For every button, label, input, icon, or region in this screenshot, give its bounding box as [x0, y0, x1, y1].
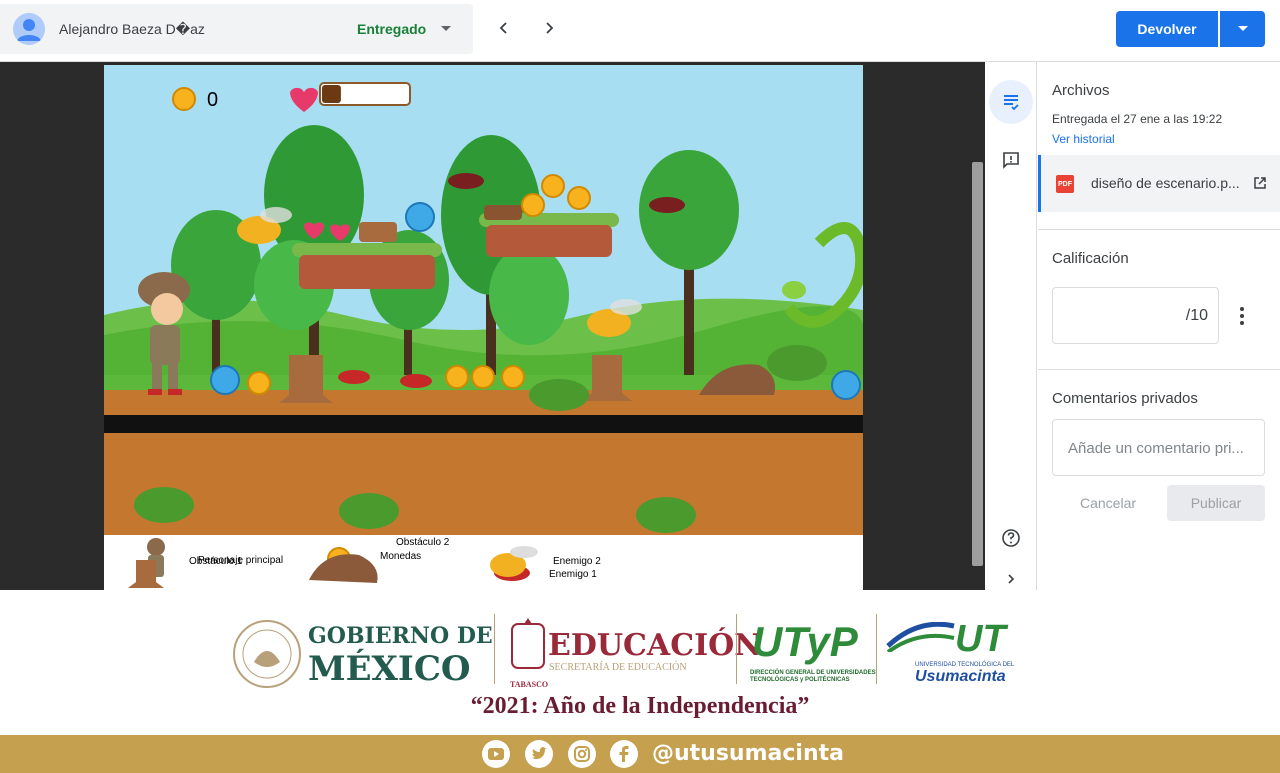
- divider: [494, 614, 495, 684]
- legend-obstacle2: Obstáculo 2: [396, 537, 450, 548]
- return-button[interactable]: Devolver: [1116, 11, 1218, 47]
- utp-logo: UTyP: [752, 618, 858, 665]
- cancel-button[interactable]: Cancelar: [1068, 485, 1148, 521]
- return-options-button[interactable]: [1220, 11, 1265, 47]
- more-vert-icon[interactable]: [1238, 306, 1246, 326]
- attachment-row[interactable]: PDF diseño de escenario.p...: [1038, 155, 1280, 212]
- instagram-icon[interactable]: [568, 740, 596, 768]
- edu-title: EDUCACIÓN: [548, 628, 762, 663]
- ut-logo: UT: [955, 618, 1006, 660]
- expand-panel-button[interactable]: [989, 567, 1033, 591]
- legend-enemy2: Enemigo 2: [553, 556, 601, 567]
- previous-student-button[interactable]: [490, 14, 518, 42]
- platform-1: [292, 243, 442, 289]
- student-selector[interactable]: Alejandro Baeza D�az Entregado: [0, 4, 473, 54]
- files-title: Archivos: [1052, 82, 1110, 99]
- person-icon: [13, 13, 45, 45]
- divider: [1038, 369, 1280, 370]
- side-toolbar: [985, 62, 1037, 590]
- private-comments-title: Comentarios privados: [1052, 390, 1198, 407]
- divider: [736, 614, 737, 684]
- chevron-right-icon: [1008, 574, 1015, 584]
- rock-on-platform: [484, 205, 522, 220]
- submission-status: Entregado: [357, 21, 427, 37]
- pdf-page: 0 Personaje principal Monedas Enemigo 1: [104, 65, 863, 590]
- feedback-icon: [1003, 152, 1019, 169]
- grade-denominator: /10: [1185, 307, 1208, 324]
- chevron-left-icon: [499, 22, 507, 34]
- divider: [1038, 229, 1280, 230]
- game-scene: [104, 65, 863, 475]
- ut-name: Usumacinta: [915, 668, 1006, 685]
- document-viewer: 0 Personaje principal Monedas Enemigo 1: [0, 62, 985, 590]
- social-handle[interactable]: @utusumacinta: [652, 741, 844, 766]
- ut-swoosh-icon: [886, 622, 955, 652]
- comment-placeholder: Añade un comentario pri...: [1068, 440, 1244, 457]
- file-name: diseño de escenario.p...: [1091, 175, 1240, 191]
- next-student-button[interactable]: [535, 14, 563, 42]
- gov-line2: MÉXICO: [308, 649, 471, 689]
- tabasco-shield-icon: [511, 618, 545, 669]
- private-comment-input[interactable]: Añade un comentario pri...: [1052, 419, 1265, 476]
- institutional-footer: GOBIERNO DE MÉXICO TABASCO EDUCACIÓN SEC…: [0, 590, 1280, 773]
- youtube-icon[interactable]: [482, 740, 510, 768]
- assignment-icon: [1004, 95, 1019, 111]
- national-seal-icon: [233, 620, 301, 688]
- chevron-right-icon: [546, 22, 554, 34]
- viewer-scrollbar[interactable]: [972, 162, 983, 566]
- top-bar: Alejandro Baeza D�az Entregado Devolver: [0, 0, 1280, 62]
- grade-title: Calificación: [1052, 250, 1129, 267]
- publish-button[interactable]: Publicar: [1167, 485, 1265, 521]
- grade-input[interactable]: /10: [1052, 287, 1219, 344]
- stump-on-platform: [359, 222, 397, 242]
- legend-obstacle1: Obstáculo 1: [189, 556, 243, 567]
- comments-tool-button[interactable]: [989, 138, 1033, 182]
- screen: Alejandro Baeza D�az Entregado Devolver: [0, 0, 1280, 773]
- year-slogan: “2021: Año de la Independencia”: [470, 693, 810, 719]
- edu-state: TABASCO: [510, 680, 549, 689]
- gov-line1: GOBIERNO DE: [308, 623, 493, 649]
- grading-panel: Archivos Entregada el 27 ene a las 19:22…: [1038, 62, 1280, 590]
- pdf-icon: PDF: [1056, 175, 1074, 193]
- edu-subtitle: SECRETARÍA DE EDUCACIÓN: [549, 662, 687, 673]
- avatar: [13, 13, 45, 45]
- coin-counter: 0: [207, 89, 219, 111]
- utp-caption-2: TECNOLÓGICAS y POLITÉCNICAS: [750, 677, 850, 683]
- files-tool-button[interactable]: [989, 80, 1033, 124]
- twitter-icon[interactable]: [525, 740, 553, 768]
- submitted-info: Entregada el 27 ene a las 19:22: [1052, 112, 1223, 126]
- help-icon: [1002, 529, 1020, 547]
- social-band: @utusumacinta: [0, 735, 1280, 773]
- caret-down-icon: [1237, 26, 1248, 31]
- health-bar: [319, 82, 411, 106]
- history-link[interactable]: Ver historial: [1052, 132, 1115, 146]
- utp-caption-1: DIRECCIÓN GENERAL DE UNIVERSIDADES: [750, 670, 876, 676]
- chevron-down-icon[interactable]: [441, 26, 451, 31]
- facebook-icon[interactable]: [610, 740, 638, 768]
- help-button[interactable]: [989, 516, 1033, 560]
- ground-band: [104, 475, 863, 535]
- student-name: Alejandro Baeza D�az: [59, 21, 205, 37]
- divider: [876, 614, 877, 684]
- open-in-new-icon[interactable]: [1253, 176, 1267, 190]
